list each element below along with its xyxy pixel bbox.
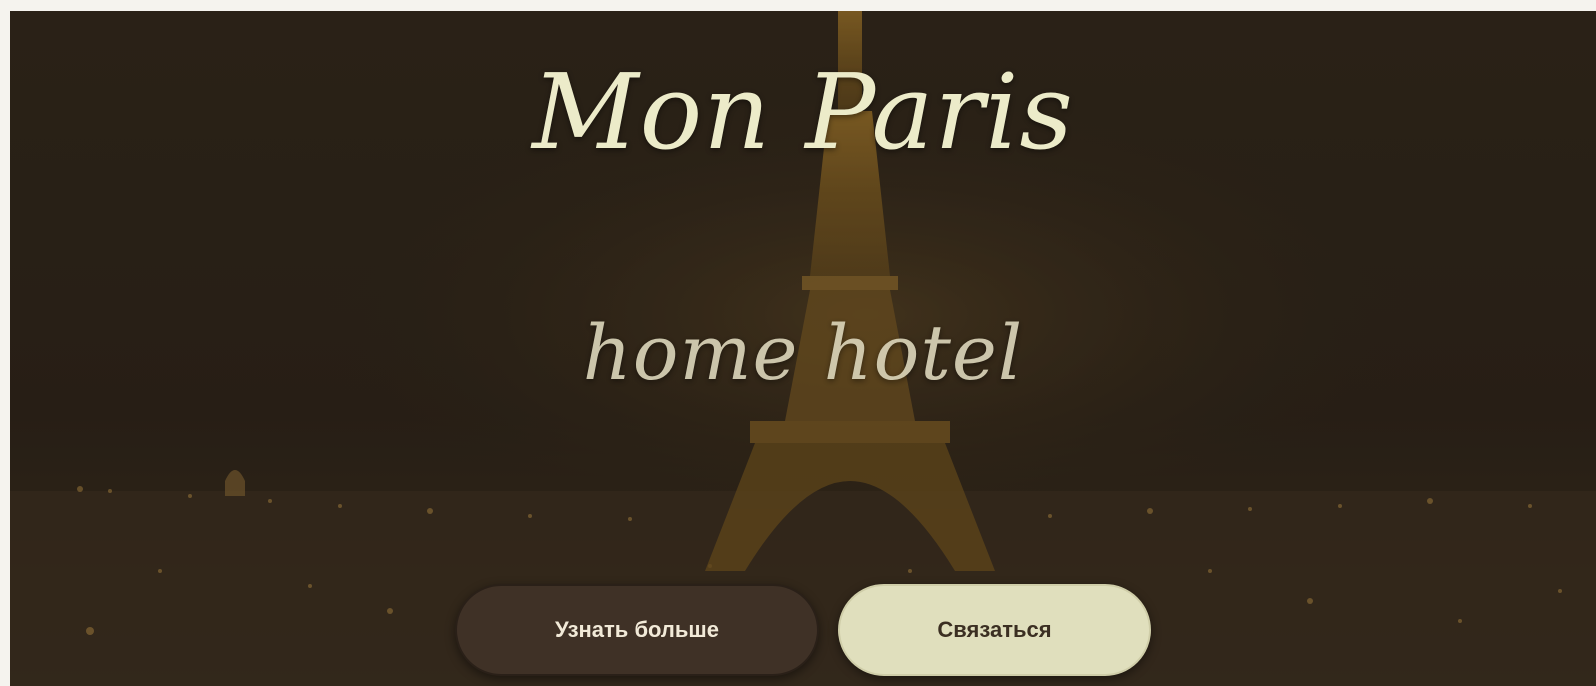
contact-button[interactable]: Связаться: [838, 584, 1151, 676]
hotel-subtitle: home hotel: [582, 308, 1024, 397]
hotel-title: Mon Paris: [532, 51, 1074, 173]
learn-more-button[interactable]: Узнать больше: [455, 584, 819, 676]
hero-section: Mon Paris home hotel Узнать больше Связа…: [10, 11, 1596, 686]
